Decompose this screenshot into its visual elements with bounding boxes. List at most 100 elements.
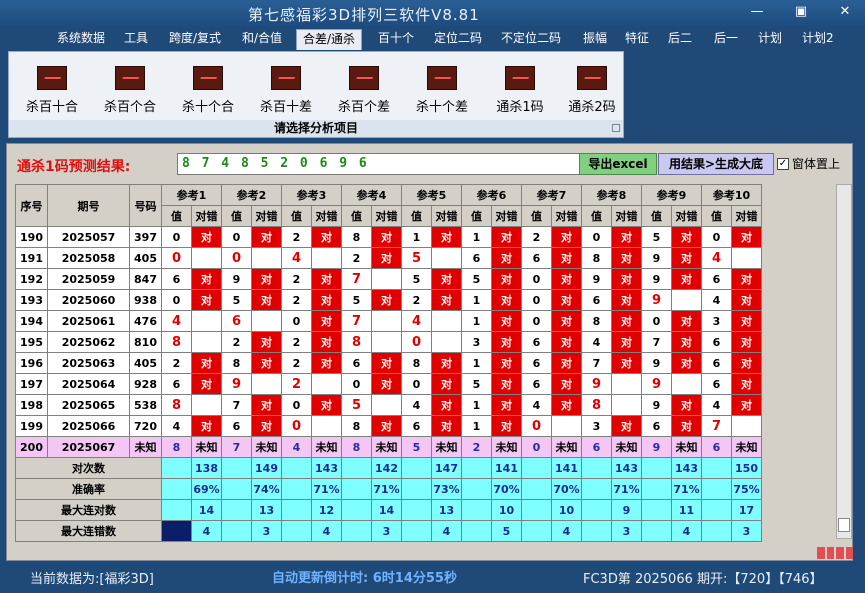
value-subheader: 值 (641, 205, 672, 227)
stat-value: 9 (611, 499, 642, 521)
ribbon-button[interactable]: 杀百个差 (327, 66, 401, 120)
menu-item[interactable]: 合差/通杀 (296, 29, 363, 50)
ref-value: 5 (341, 289, 372, 311)
table-row: 193 2025060 938 0 对 5 对 2 对 5 对 2 对 1 对 0 对 6 对 9 4 对 (15, 289, 762, 311)
value-subheader: 值 (161, 205, 192, 227)
stat-spacer (521, 520, 552, 542)
chart-icon (193, 66, 223, 90)
ref-value: 6 (401, 415, 432, 437)
ref-value: 9 (641, 394, 672, 416)
predicted-value: 4 (281, 436, 312, 458)
stat-value: 4 (311, 520, 342, 542)
ribbon-button[interactable]: 通杀2码 (555, 66, 629, 120)
ref-value: 6 (161, 373, 192, 395)
ref-value: 8 (341, 331, 372, 353)
ribbon-button[interactable]: 杀十个合 (171, 66, 245, 120)
stat-label: 最大连对数 (15, 499, 162, 521)
hit-cell (191, 394, 222, 416)
maximize-icon[interactable]: ▣ (789, 4, 813, 20)
menu-item[interactable]: 特征 (619, 29, 655, 50)
chart-icon (577, 66, 607, 90)
stat-spacer (521, 478, 552, 500)
stat-label: 最大连错数 (15, 520, 162, 542)
menu-item[interactable]: 百十个 (372, 29, 420, 50)
menu-item[interactable]: 计划 (752, 29, 788, 50)
close-icon[interactable]: ✕ (833, 4, 857, 20)
menu-item[interactable]: 和/合值 (236, 29, 288, 50)
hit-cell: 对 (431, 415, 462, 437)
ribbon-expand-icon[interactable] (612, 124, 620, 132)
prediction-result-field[interactable]: 8 7 4 8 5 2 0 6 9 6 (177, 153, 582, 175)
hit-cell (371, 331, 402, 353)
hit-cell: 对 (191, 268, 222, 290)
hit-cell: 对 (311, 226, 342, 248)
hit-cell: 对 (251, 268, 282, 290)
ribbon-button[interactable]: 杀十个差 (405, 66, 479, 120)
row-issue: 2025060 (47, 289, 130, 311)
stat-value: 17 (731, 499, 762, 521)
hit-cell: 对 (551, 226, 582, 248)
minimize-icon[interactable]: — (745, 4, 769, 20)
hit-cell: 对 (431, 226, 462, 248)
stat-spacer (521, 457, 552, 479)
hit-cell: 对 (191, 415, 222, 437)
vertical-scrollbar[interactable] (836, 184, 852, 539)
ref-header: 参考10 (701, 184, 762, 206)
topmost-checkbox[interactable]: ✓ (777, 157, 789, 170)
hit-cell (611, 394, 642, 416)
menu-item[interactable]: 不定位二码 (495, 29, 567, 50)
hit-cell: 对 (251, 289, 282, 311)
hit-cell: 对 (731, 289, 762, 311)
hit-cell: 对 (491, 373, 522, 395)
predicted-value: 8 (161, 436, 192, 458)
ribbon-button[interactable]: 杀百十合 (15, 66, 89, 120)
ref-value: 0 (281, 310, 312, 332)
hit-cell: 对 (491, 247, 522, 269)
ref-value: 5 (221, 289, 252, 311)
hit-cell (311, 373, 342, 395)
hit-cell: 对 (731, 331, 762, 353)
menu-item[interactable]: 振幅 (577, 29, 613, 50)
topmost-option[interactable]: ✓ 窗体置上 (777, 155, 840, 172)
hit-cell (431, 247, 462, 269)
menu-item[interactable]: 后二 (662, 29, 698, 50)
menu-item[interactable]: 定位二码 (428, 29, 488, 50)
stat-spacer (341, 457, 372, 479)
hit-cell: 对 (551, 247, 582, 269)
stat-value: 13 (251, 499, 282, 521)
stat-value: 71% (611, 478, 642, 500)
ribbon-button-label: 杀百个合 (103, 100, 156, 115)
menu-item[interactable]: 计划2 (796, 29, 840, 50)
stat-spacer (341, 520, 372, 542)
stat-spacer (701, 457, 732, 479)
menu-item[interactable]: 工具 (118, 29, 154, 50)
hit-cell (731, 247, 762, 269)
row-number: 538 (129, 394, 162, 416)
ribbon-button[interactable]: 通杀1码 (483, 66, 557, 120)
stat-spacer (461, 478, 492, 500)
generate-base-button[interactable]: 用结果>生成大底 (658, 153, 774, 175)
scrollbar-thumb[interactable] (838, 518, 850, 532)
stat-spacer (161, 457, 192, 479)
menu-item[interactable]: 系统数据 (51, 29, 111, 50)
ribbon-button[interactable]: 杀百十差 (249, 66, 323, 120)
prediction-row: 200 2025067 未知 8 未知 7 未知 4 未知 8 未知 5 未知 2 未知 0 未知 6 未知 9 未知 6… (15, 436, 762, 458)
row-number: 810 (129, 331, 162, 353)
ref-header: 参考6 (461, 184, 522, 206)
ref-value: 6 (641, 415, 672, 437)
hit-cell: 对 (731, 352, 762, 374)
row-number: 405 (129, 247, 162, 269)
menu-item[interactable]: 后一 (708, 29, 744, 50)
menu-item[interactable]: 跨度/复式 (163, 29, 227, 50)
stat-spacer (281, 457, 312, 479)
export-excel-button[interactable]: 导出excel (579, 153, 657, 175)
hit-cell: 对 (251, 331, 282, 353)
hit-cell: 对 (671, 394, 702, 416)
hit-cell: 对 (431, 289, 462, 311)
ribbon-button[interactable]: 杀百个合 (93, 66, 167, 120)
ref-value: 1 (461, 415, 492, 437)
stat-value: 10 (551, 499, 582, 521)
column-header: 期号 (47, 184, 130, 227)
ref-value: 6 (521, 352, 552, 374)
stat-spacer (641, 478, 672, 500)
